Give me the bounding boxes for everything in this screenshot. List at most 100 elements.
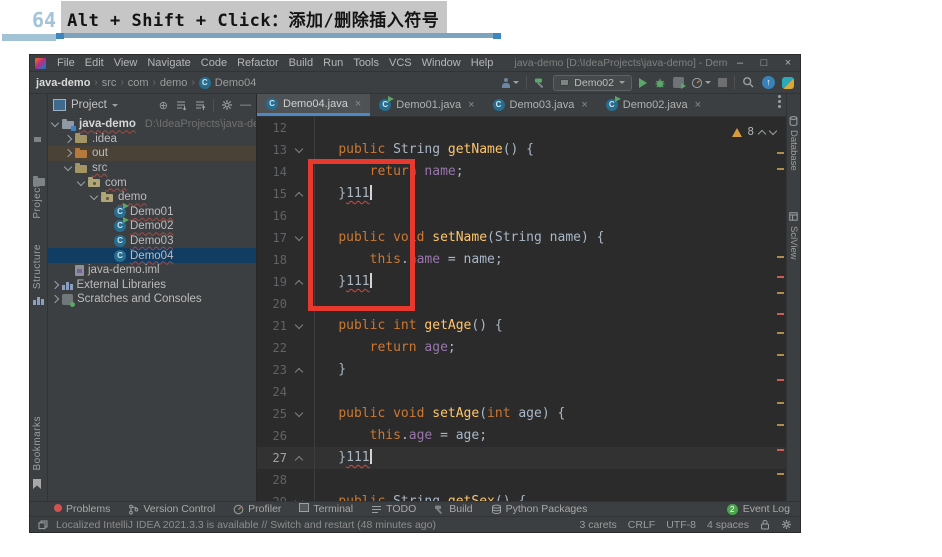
breadcrumb-item-demo[interactable]: demo (160, 77, 188, 89)
carets-indicator[interactable]: 3 carets (579, 519, 616, 531)
locate-file-icon[interactable]: ⊕ (159, 99, 168, 112)
plugin-icon[interactable] (782, 76, 794, 89)
project-view-selector[interactable]: Project (53, 99, 155, 111)
tree-row-scratches-and-consoles[interactable]: Scratches and Consoles (48, 292, 256, 307)
menu-file[interactable]: File (52, 57, 80, 69)
fold-up-icon[interactable] (294, 367, 304, 376)
tree-row-demo03[interactable]: C Demo03 (48, 234, 256, 249)
code-line[interactable]: 26 this.age = age; (257, 425, 786, 447)
tree-row-java-demo-iml[interactable]: java-demo.iml (48, 263, 256, 278)
debug-button[interactable] (654, 77, 666, 89)
menu-navigate[interactable]: Navigate (142, 57, 195, 69)
breadcrumb-item-src[interactable]: src (102, 77, 117, 89)
fold-marker[interactable] (291, 320, 307, 330)
event-log-button[interactable]: 2 Event Log (726, 503, 790, 515)
settings-gear-icon[interactable] (781, 519, 792, 530)
fold-up-icon[interactable] (294, 455, 304, 464)
fold-marker[interactable] (291, 278, 307, 288)
fold-marker[interactable] (291, 366, 307, 376)
fold-down-icon[interactable] (294, 144, 304, 154)
encoding-indicator[interactable]: UTF-8 (666, 519, 696, 531)
code-line[interactable]: 23 } (257, 359, 786, 381)
toolbar-widget-icon[interactable] (501, 77, 520, 88)
window-restore-icon[interactable] (38, 520, 48, 530)
code-line[interactable]: 24 (257, 381, 786, 403)
tree-row-demo02[interactable]: C Demo02 (48, 217, 256, 234)
run-with-coverage-button[interactable] (673, 77, 686, 89)
sciview-icon[interactable] (789, 212, 798, 221)
indent-indicator[interactable]: 4 spaces (707, 519, 749, 531)
code-line[interactable]: 25 public void setAge(int age) { (257, 403, 786, 425)
menu-code[interactable]: Code (196, 57, 232, 69)
menu-vcs[interactable]: VCS (384, 57, 417, 69)
tab-close-icon[interactable]: × (355, 98, 361, 110)
breadcrumb-item-demo04[interactable]: Demo04 (215, 77, 257, 89)
menu-refactor[interactable]: Refactor (232, 57, 284, 69)
menu-help[interactable]: Help (466, 57, 499, 69)
tool-button-python-packages[interactable]: Python Packages (491, 503, 587, 515)
expand-all-icon[interactable] (175, 99, 187, 111)
fold-down-icon[interactable] (294, 232, 304, 242)
tool-stripe-structure[interactable]: Structure (32, 244, 43, 289)
code-line[interactable]: 13 public String getName() { (257, 139, 786, 161)
menu-tools[interactable]: Tools (348, 57, 384, 69)
inspections-widget[interactable]: 8 (732, 121, 778, 143)
code-line[interactable]: 27 }111 (257, 447, 786, 469)
fold-marker[interactable] (291, 496, 307, 501)
database-icon[interactable] (789, 116, 798, 126)
run-button[interactable] (639, 77, 647, 88)
tree-chevron-icon[interactable] (76, 177, 86, 186)
profiler-button[interactable] (691, 77, 711, 89)
tab-close-icon[interactable]: × (581, 99, 587, 111)
tree-row-external-libraries[interactable]: External Libraries (48, 278, 256, 293)
tree-row-demo[interactable]: demo (48, 190, 256, 205)
tool-button-profiler[interactable]: Profiler (233, 503, 281, 515)
tree-chevron-icon[interactable] (50, 295, 60, 304)
line-separator-indicator[interactable]: CRLF (628, 519, 655, 531)
menu-build[interactable]: Build (284, 57, 318, 69)
breadcrumb-item-java-demo[interactable]: java-demo (36, 77, 90, 89)
tree-row-out[interactable]: out (48, 146, 256, 161)
tree-chevron-icon[interactable] (50, 119, 60, 128)
tree-row-java-demo[interactable]: java-demo D:\IdeaProjects\java-demo (48, 117, 256, 132)
code-line[interactable]: 12 (257, 117, 786, 139)
fold-marker[interactable] (291, 144, 307, 154)
bookmark-icon[interactable] (33, 479, 41, 489)
tree-chevron-icon[interactable] (50, 280, 60, 290)
code-line[interactable]: 29 public String getSex() { (257, 491, 786, 501)
tab-close-icon[interactable]: × (468, 99, 474, 111)
fold-marker[interactable] (291, 190, 307, 200)
tool-button-version-control[interactable]: Version Control (128, 503, 215, 515)
run-configuration-select[interactable]: Demo02 (553, 74, 632, 91)
update-available-icon[interactable]: ↑ (762, 76, 775, 89)
search-everywhere-icon[interactable] (742, 76, 755, 89)
menu-window[interactable]: Window (417, 57, 466, 69)
fold-up-icon[interactable] (294, 279, 304, 288)
status-message[interactable]: Localized IntelliJ IDEA 2021.3.3 is avai… (56, 519, 571, 531)
tool-button-todo[interactable]: TODO (371, 503, 416, 515)
tree-row-demo01[interactable]: C Demo01 (48, 202, 256, 220)
tool-button-build[interactable]: Build (434, 503, 473, 515)
structure-icon[interactable] (33, 294, 44, 308)
code-line[interactable]: 28 (257, 469, 786, 491)
maximize-button[interactable]: □ (752, 57, 776, 69)
tree-row-com[interactable]: com (48, 175, 256, 190)
project-stripe-icon[interactable] (33, 134, 42, 146)
commander-folder-icon[interactable] (33, 176, 46, 190)
code-line[interactable]: 22 return age; (257, 337, 786, 359)
fold-up-icon[interactable] (294, 191, 304, 200)
tab-demo01-java[interactable]: C Demo01.java × (370, 94, 483, 116)
collapse-all-icon[interactable] (194, 99, 206, 111)
tree-chevron-icon[interactable] (63, 149, 73, 158)
tree-row-src[interactable]: src (48, 161, 256, 176)
tool-stripe-sciview[interactable]: SciView (788, 226, 799, 260)
tool-button-problems[interactable]: Problems (54, 503, 110, 515)
fold-marker[interactable] (291, 408, 307, 418)
build-hammer-icon[interactable] (534, 77, 546, 89)
tool-stripe-database[interactable]: Database (788, 130, 799, 171)
tree-chevron-icon[interactable] (89, 192, 99, 201)
tool-stripe-bookmarks[interactable]: Bookmarks (32, 416, 43, 471)
menu-edit[interactable]: Edit (80, 57, 109, 69)
fold-marker[interactable] (291, 454, 307, 464)
tab-demo02-java[interactable]: C Demo02.java × (597, 94, 710, 116)
